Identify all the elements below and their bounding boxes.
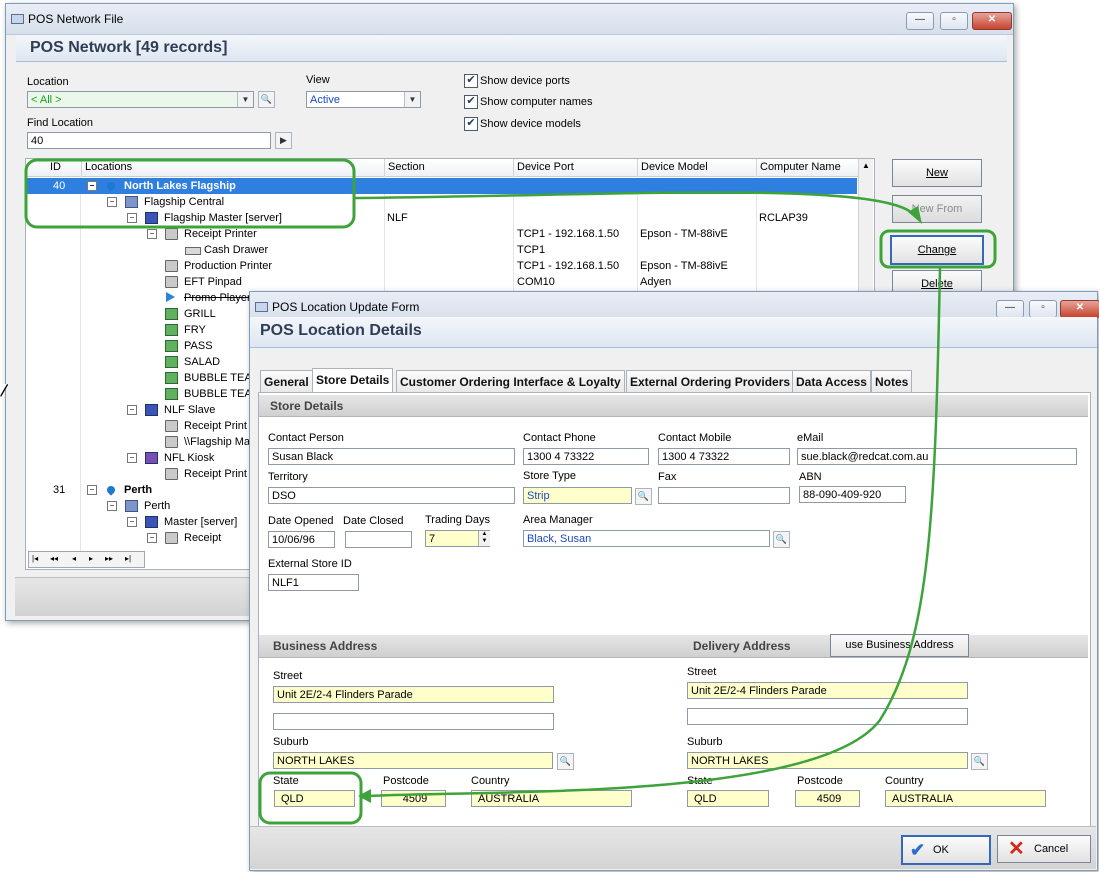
arrow-head-change	[908, 206, 922, 224]
highlight-state-field	[258, 771, 363, 825]
annotation-overlay	[24, 158, 997, 825]
arrow-to-state	[367, 267, 942, 798]
highlight-change-button	[879, 229, 997, 269]
highlight-selected-location	[24, 158, 356, 229]
arrow-to-change	[353, 191, 914, 215]
